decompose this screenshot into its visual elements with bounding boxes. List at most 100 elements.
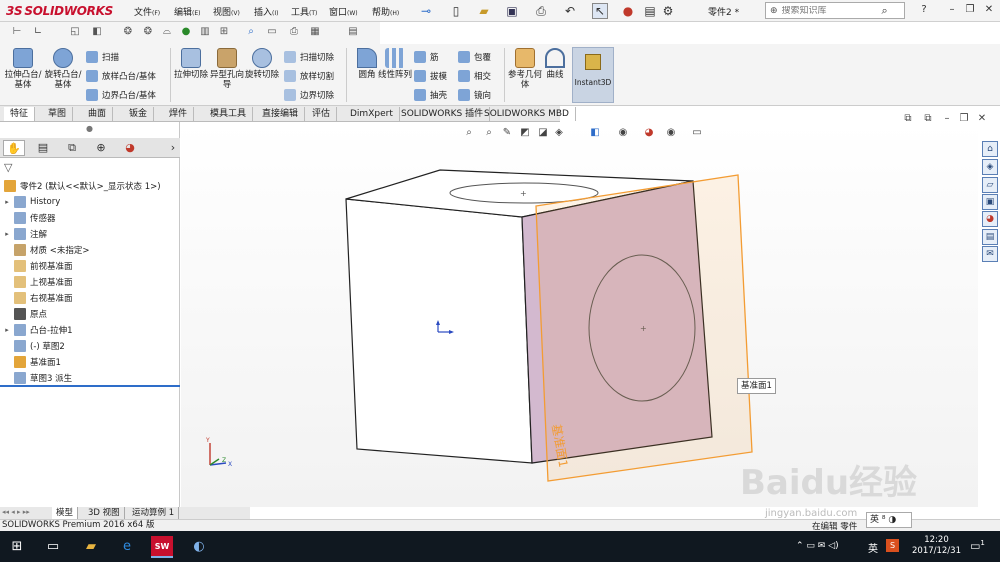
expand-arrow-icon[interactable]: ▸ — [0, 230, 14, 238]
notification-center-icon[interactable]: ▭1 — [970, 539, 985, 553]
measure-icon[interactable]: ▥ — [198, 25, 212, 39]
menu-edit[interactable]: 编辑(E) — [174, 5, 201, 18]
filter-icon[interactable]: ▽ — [4, 161, 12, 174]
rib-button[interactable]: 筋 — [414, 51, 439, 63]
edge-browser-icon[interactable]: e — [116, 536, 138, 558]
tab-model[interactable]: 模型 — [52, 507, 79, 519]
home-icon[interactable]: ⌂ — [982, 141, 998, 157]
view-palette-icon[interactable]: ▣ — [982, 194, 998, 210]
dimxpert-manager-tab-icon[interactable]: ⊕ — [90, 140, 112, 156]
file-explorer-taskbar-icon[interactable]: ▰ — [80, 536, 102, 558]
rollback-bar[interactable] — [0, 385, 180, 387]
menu-file[interactable]: 文件(F) — [134, 5, 160, 18]
tab-weldments[interactable]: 焊件 — [163, 107, 195, 121]
tree-item-history[interactable]: ▸ History — [0, 194, 180, 210]
wrap-button[interactable]: 包覆 — [458, 51, 491, 63]
print-preview-icon[interactable]: ⎙ — [287, 25, 301, 39]
undo-icon[interactable]: ↶ — [562, 3, 578, 19]
tree-item-sketch2[interactable]: (-) 草图2 — [0, 338, 180, 354]
tree-item-annotations[interactable]: ▸ 注解 — [0, 226, 180, 242]
expand-arrow-icon[interactable]: ▸ — [0, 198, 14, 206]
view-icon[interactable]: ◱ — [68, 25, 82, 39]
rebuild-icon[interactable]: ● — [620, 3, 636, 19]
tab-mbd[interactable]: SOLIDWORKS MBD — [478, 107, 576, 121]
ime-indicator[interactable]: 英 — [868, 540, 878, 555]
file-explorer-icon[interactable]: ▱ — [982, 177, 998, 193]
save-icon[interactable]: ▣ — [504, 3, 520, 19]
configuration-manager-tab-icon[interactable]: ⧉ — [61, 140, 83, 156]
loft-button[interactable]: 放样凸台/基体 — [86, 70, 156, 82]
smart-dimension-icon[interactable]: ⊢ — [10, 25, 24, 39]
collapse-handle-icon[interactable]: ● — [86, 124, 93, 133]
tree-item-top-plane[interactable]: 上视基准面 — [0, 274, 180, 290]
display-manager-tab-icon[interactable]: ◕ — [119, 140, 141, 156]
property-manager-tab-icon[interactable]: ▤ — [32, 140, 54, 156]
lofted-cut-button[interactable]: 放样切割 — [284, 70, 334, 82]
tab-direct-editing[interactable]: 直接编辑 — [256, 107, 306, 121]
tab-sheet-metal[interactable]: 钣金 — [123, 107, 155, 121]
tree-root[interactable]: 零件2 (默认<<默认>_显示状态 1>) — [0, 178, 180, 194]
options-icon[interactable]: ⚙ — [660, 3, 676, 19]
display-icon[interactable]: ❂ — [121, 25, 135, 39]
menu-tools[interactable]: 工具(T) — [291, 5, 317, 18]
boundary-cut-button[interactable]: 边界切除 — [284, 89, 334, 101]
intersect-button[interactable]: 相交 — [458, 70, 491, 82]
tree-item-sensors[interactable]: 传感器 — [0, 210, 180, 226]
location-icon[interactable]: ● — [179, 25, 193, 39]
pin-icon[interactable]: ⊸ — [418, 3, 434, 19]
tab-3d-views[interactable]: 3D 视图 — [84, 507, 125, 519]
menu-insert[interactable]: 插入(I) — [254, 5, 278, 18]
tree-item-material[interactable]: 材质 <未指定> — [0, 242, 180, 258]
help-button[interactable]: ? — [917, 3, 931, 17]
close-button[interactable]: ✕ — [982, 3, 996, 17]
expand-arrow-icon[interactable]: ▸ — [0, 326, 14, 334]
tree-item-front-plane[interactable]: 前视基准面 — [0, 258, 180, 274]
extrude-cut-button[interactable]: 拉伸切除 — [172, 48, 210, 102]
mirror-button[interactable]: 镜向 — [458, 89, 491, 101]
tab-addins[interactable]: SOLIDWORKS 插件 — [395, 107, 491, 121]
tree-item-right-plane[interactable]: 右视基准面 — [0, 290, 180, 306]
solidworks-taskbar-icon[interactable]: SW — [151, 536, 173, 558]
menu-help[interactable]: 帮助(H) — [372, 5, 399, 18]
relations-icon[interactable]: ▦ — [308, 25, 322, 39]
sweep-button[interactable]: 扫描 — [86, 51, 119, 63]
menu-window[interactable]: 窗口(W) — [329, 5, 358, 18]
table-icon[interactable]: ▤ — [346, 25, 360, 39]
appearances-icon[interactable]: ◕ — [982, 211, 998, 227]
tab-features[interactable]: 特征 — [4, 107, 36, 121]
curves-button[interactable]: 曲线 — [536, 48, 574, 102]
paint-app-icon[interactable]: ◐ — [188, 536, 210, 558]
sketch-icon[interactable]: ∟ — [31, 25, 45, 39]
appearance-icon[interactable]: ⌓ — [160, 25, 174, 39]
tab-sketch[interactable]: 草图 — [42, 107, 74, 121]
tree-item-sketch3-derived[interactable]: 草图3 派生 — [0, 370, 180, 386]
solidworks-logo[interactable]: 3S SOLIDWORKS — [6, 4, 113, 18]
new-icon[interactable]: ▯ — [448, 3, 464, 19]
tab-dimxpert[interactable]: DimXpert — [344, 107, 400, 121]
sogou-ime-icon[interactable]: S — [886, 539, 899, 552]
draft-button[interactable]: 拔模 — [414, 70, 447, 82]
search-input[interactable] — [781, 5, 882, 16]
tree-item-boss-extrude1[interactable]: ▸ 凸台-拉伸1 — [0, 322, 180, 338]
ime-popup[interactable]: 英 ⁸ ◑ — [866, 512, 912, 528]
revolve-cut-button[interactable]: 旋转切除 — [243, 48, 281, 102]
linear-pattern-button[interactable]: 线性阵列 — [376, 48, 414, 102]
model-viewport[interactable]: + + 基准面1 Y X Z — [181, 122, 978, 507]
restore-button[interactable]: ❐ — [963, 3, 977, 17]
instant3d-button[interactable]: Instant3D — [572, 47, 614, 103]
design-library-icon[interactable]: ◈ — [982, 159, 998, 175]
hole-wizard-button[interactable]: 异型孔向导 — [208, 48, 246, 102]
search-box[interactable]: ⊕ ⌕ — [765, 2, 905, 19]
tab-evaluate[interactable]: 评估 — [306, 107, 338, 121]
tree-item-plane1[interactable]: 基准面1 — [0, 354, 180, 370]
shaded-icon[interactable]: ▭ — [265, 25, 279, 39]
swept-cut-button[interactable]: 扫描切除 — [284, 51, 334, 63]
menu-view[interactable]: 视图(V) — [213, 5, 240, 18]
tab-scroll-arrows-icon[interactable]: ◂◂ ◂ ▸ ▸▸ — [2, 508, 30, 516]
tree-item-origin[interactable]: 原点 — [0, 306, 180, 322]
mass-icon[interactable]: ⊞ — [217, 25, 231, 39]
feature-manager-tab-icon[interactable]: ✋ — [3, 140, 25, 156]
boundary-boss-button[interactable]: 边界凸台/基体 — [86, 89, 156, 101]
select-icon[interactable]: ↖ — [592, 3, 608, 19]
file-properties-icon[interactable]: ▤ — [642, 3, 658, 19]
